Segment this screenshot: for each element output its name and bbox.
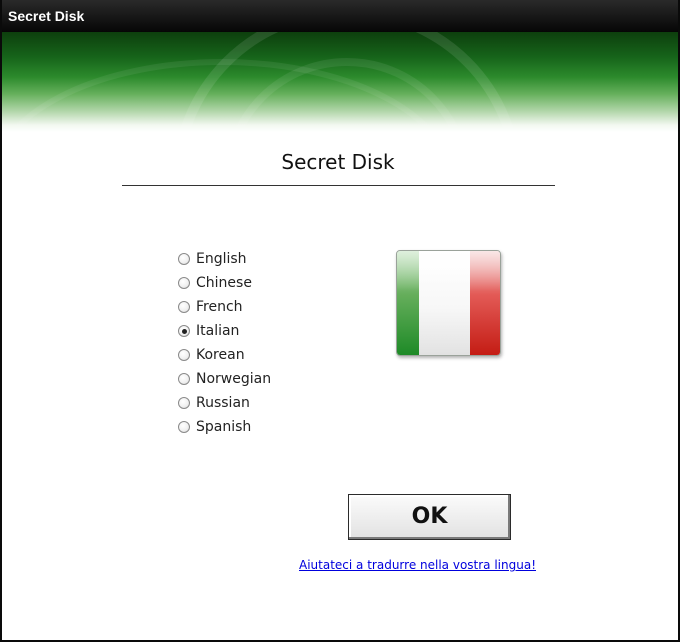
radio-button[interactable]: [178, 301, 190, 313]
language-option-spanish[interactable]: Spanish: [178, 417, 308, 441]
radio-button[interactable]: [178, 373, 190, 385]
language-option-english[interactable]: English: [178, 249, 308, 273]
radio-button-selected[interactable]: [178, 325, 190, 337]
radio-button[interactable]: [178, 253, 190, 265]
window-title: Secret Disk: [8, 8, 85, 24]
radio-button[interactable]: [178, 421, 190, 433]
language-label: Spanish: [196, 419, 252, 435]
heading-divider: [122, 185, 555, 186]
header-banner: [2, 32, 678, 132]
radio-selected-dot: [181, 328, 187, 334]
language-option-italian[interactable]: Italian: [178, 321, 308, 345]
language-option-norwegian[interactable]: Norwegian: [178, 369, 308, 393]
language-option-korean[interactable]: Korean: [178, 345, 308, 369]
language-option-french[interactable]: French: [178, 297, 308, 321]
language-option-russian[interactable]: Russian: [178, 393, 308, 417]
title-bar[interactable]: Secret Disk: [2, 0, 678, 32]
help-translate-link[interactable]: Aiutateci a tradurre nella vostra lingua…: [299, 558, 536, 572]
language-label: Norwegian: [196, 371, 272, 387]
italy-flag-icon: [396, 250, 501, 356]
ok-button[interactable]: OK: [348, 494, 511, 540]
language-label: Korean: [196, 347, 245, 363]
banner-swirl: [8, 32, 515, 132]
language-label: Chinese: [196, 275, 252, 291]
language-label: Russian: [196, 395, 250, 411]
language-label: French: [196, 299, 243, 315]
dialog-heading: Secret Disk: [281, 150, 395, 174]
language-label: English: [196, 251, 247, 267]
language-option-chinese[interactable]: Chinese: [178, 273, 308, 297]
language-label: Italian: [196, 323, 240, 339]
radio-button[interactable]: [178, 349, 190, 361]
flag-gloss: [397, 251, 500, 291]
radio-button[interactable]: [178, 397, 190, 409]
radio-button[interactable]: [178, 277, 190, 289]
app-window: Secret Disk Secret Disk English Chinese …: [0, 0, 680, 642]
